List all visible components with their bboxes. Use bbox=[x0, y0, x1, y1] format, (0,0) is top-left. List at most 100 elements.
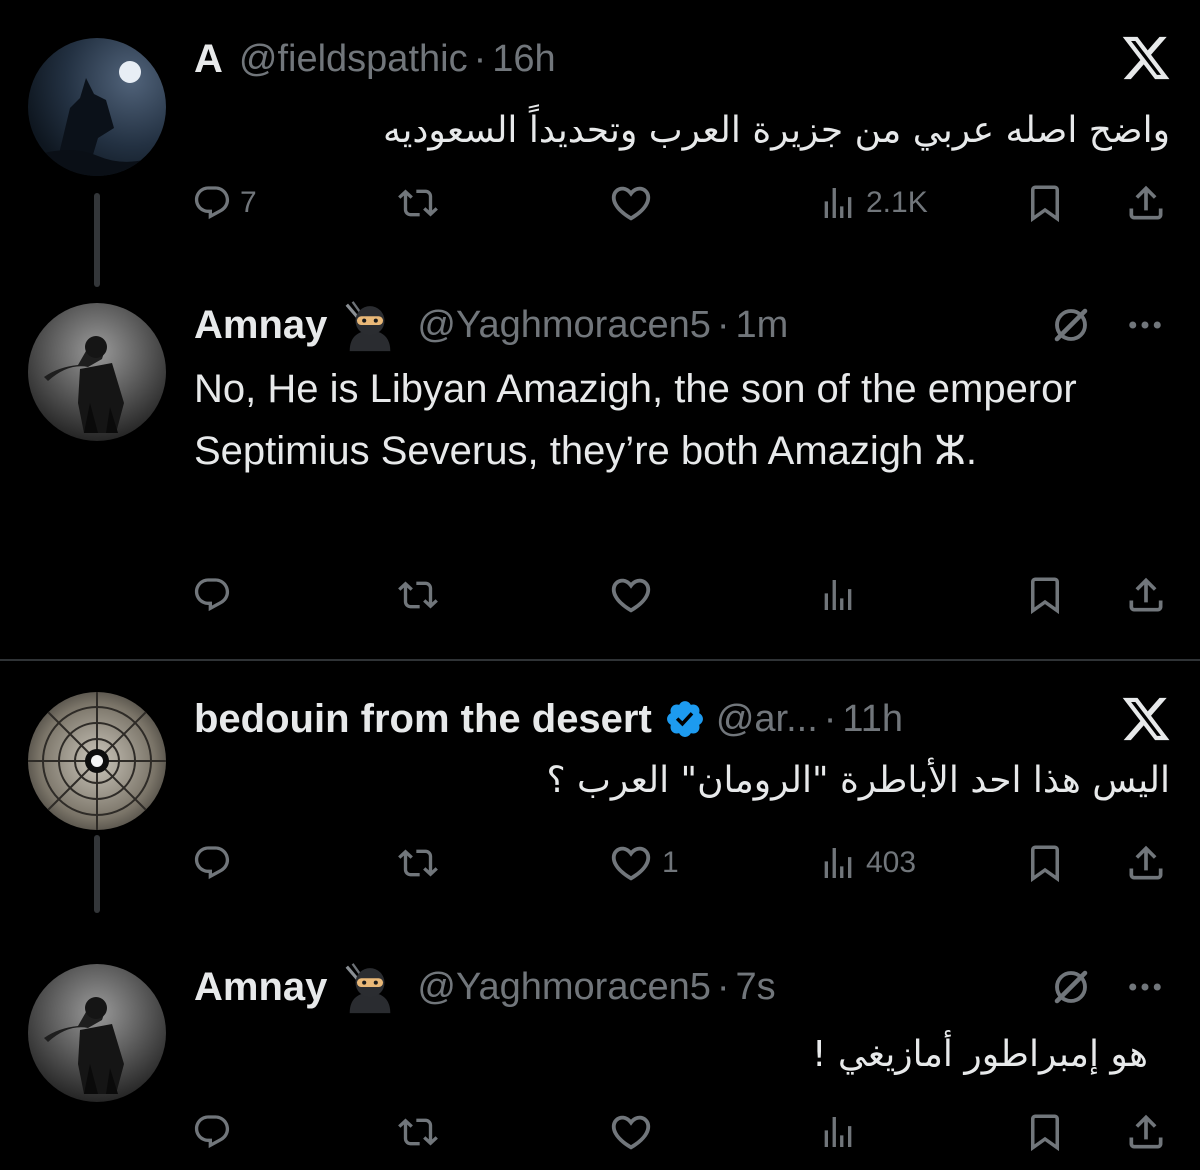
avatar-image-dome bbox=[28, 692, 166, 830]
tweet-1[interactable]: A @fieldspathic · 16h واضح اصله عربي من … bbox=[0, 0, 1200, 287]
bookmark-button[interactable] bbox=[1024, 570, 1066, 620]
views-button[interactable]: 2.1K bbox=[818, 178, 928, 228]
reply-button[interactable] bbox=[192, 838, 232, 888]
views-icon bbox=[818, 575, 858, 615]
verified-badge-icon bbox=[664, 698, 706, 740]
reply-icon bbox=[192, 183, 232, 223]
bookmark-button[interactable] bbox=[1024, 178, 1066, 228]
more-icon[interactable] bbox=[1124, 304, 1166, 346]
reply-count: 7 bbox=[240, 186, 257, 219]
timestamp[interactable]: 1m bbox=[736, 304, 789, 347]
timestamp[interactable]: 7s bbox=[736, 966, 776, 1009]
reply-icon bbox=[192, 1112, 232, 1152]
display-name[interactable]: A bbox=[194, 37, 223, 82]
bookmark-icon bbox=[1024, 1111, 1066, 1153]
bookmark-icon bbox=[1024, 182, 1066, 224]
tweet-2[interactable]: Amnay @Yaghmoracen5 · 1m No, He is Libya… bbox=[0, 300, 1200, 660]
bookmark-icon bbox=[1024, 842, 1066, 884]
share-button[interactable] bbox=[1124, 178, 1168, 228]
x-logo-icon[interactable] bbox=[1120, 693, 1172, 745]
repost-icon bbox=[398, 843, 438, 883]
avatar[interactable] bbox=[28, 964, 166, 1102]
avatar-image-warrior bbox=[28, 964, 166, 1102]
avatar[interactable] bbox=[28, 692, 166, 830]
views-icon bbox=[818, 183, 858, 223]
reply-icon bbox=[192, 843, 232, 883]
reply-button[interactable]: 7 bbox=[192, 178, 257, 228]
handle[interactable]: @ar... bbox=[716, 698, 818, 741]
ninja-emoji-icon bbox=[341, 958, 399, 1016]
heart-icon bbox=[608, 1109, 654, 1155]
share-button[interactable] bbox=[1124, 570, 1168, 620]
views-count: 2.1K bbox=[866, 186, 928, 219]
repost-button[interactable] bbox=[398, 570, 438, 620]
tweet-text: اليس هذا احد الأباطرة "الرومان" العرب ؟ bbox=[546, 760, 1170, 801]
tweet-actions: 1 403 bbox=[0, 838, 1200, 888]
avatar[interactable] bbox=[28, 303, 166, 441]
timestamp[interactable]: 11h bbox=[842, 698, 903, 741]
tweet-header: Amnay @Yaghmoracen5 · 7s bbox=[194, 962, 776, 1012]
display-name[interactable]: Amnay bbox=[194, 303, 327, 348]
repost-icon bbox=[398, 1112, 438, 1152]
timestamp[interactable]: 16h bbox=[492, 38, 555, 81]
repost-button[interactable] bbox=[398, 838, 438, 888]
separator-dot: · bbox=[823, 697, 837, 740]
separator-dot: · bbox=[716, 965, 730, 1008]
bookmark-icon bbox=[1024, 574, 1066, 616]
ninja-emoji-icon bbox=[341, 296, 399, 354]
tweet-3[interactable]: bedouin from the desert @ar... · 11h الي… bbox=[0, 660, 1200, 913]
reply-icon bbox=[192, 575, 232, 615]
reply-button[interactable] bbox=[192, 570, 232, 620]
like-button[interactable]: 1 bbox=[608, 838, 679, 888]
separator-dot: · bbox=[473, 37, 487, 80]
tweet-text: واضح اصله عربي من جزيرة العرب وتحديداً ا… bbox=[383, 110, 1170, 151]
grok-icon[interactable] bbox=[1050, 966, 1092, 1008]
separator-dot: · bbox=[716, 303, 730, 346]
share-button[interactable] bbox=[1124, 1107, 1168, 1157]
heart-icon bbox=[608, 840, 654, 886]
tweet-header: A @fieldspathic · 16h bbox=[194, 34, 556, 84]
bookmark-button[interactable] bbox=[1024, 1107, 1066, 1157]
repost-icon bbox=[398, 183, 438, 223]
repost-icon bbox=[398, 575, 438, 615]
handle[interactable]: @Yaghmoracen5 bbox=[417, 966, 710, 1009]
tweet-4[interactable]: Amnay @Yaghmoracen5 · 7s هو إمبراطور أما… bbox=[0, 960, 1200, 1170]
views-button[interactable] bbox=[818, 570, 858, 620]
views-button[interactable] bbox=[818, 1107, 858, 1157]
like-button[interactable] bbox=[608, 1107, 654, 1157]
share-icon bbox=[1124, 573, 1168, 617]
views-button[interactable]: 403 bbox=[818, 838, 916, 888]
share-icon bbox=[1124, 1110, 1168, 1154]
x-logo-icon[interactable] bbox=[1120, 32, 1172, 84]
display-name[interactable]: Amnay bbox=[194, 965, 327, 1010]
heart-icon bbox=[608, 572, 654, 618]
reply-button[interactable] bbox=[192, 1107, 232, 1157]
heart-icon bbox=[608, 180, 654, 226]
grok-icon[interactable] bbox=[1050, 304, 1092, 346]
repost-button[interactable] bbox=[398, 1107, 438, 1157]
handle[interactable]: @Yaghmoracen5 bbox=[417, 304, 710, 347]
avatar-image-warrior bbox=[28, 303, 166, 441]
display-name[interactable]: bedouin from the desert bbox=[194, 697, 652, 742]
tweet-actions: 7 2.1K bbox=[0, 178, 1200, 228]
views-icon bbox=[818, 1112, 858, 1152]
tweet-text: هو إمبراطور أمازيغي ! bbox=[811, 1034, 1148, 1075]
share-button[interactable] bbox=[1124, 838, 1168, 888]
tweet-text: No, He is Libyan Amazigh, the son of the… bbox=[194, 367, 1077, 473]
share-icon bbox=[1124, 181, 1168, 225]
like-button[interactable] bbox=[608, 570, 654, 620]
like-count: 1 bbox=[662, 846, 679, 879]
avatar-image-wolf bbox=[28, 38, 166, 176]
tweet-actions bbox=[0, 1107, 1200, 1157]
share-icon bbox=[1124, 841, 1168, 885]
like-button[interactable] bbox=[608, 178, 654, 228]
repost-button[interactable] bbox=[398, 178, 438, 228]
views-count: 403 bbox=[866, 846, 917, 879]
handle[interactable]: @fieldspathic bbox=[239, 38, 468, 81]
tweet-actions bbox=[0, 570, 1200, 620]
tweet-header: bedouin from the desert @ar... · 11h bbox=[194, 694, 903, 744]
views-icon bbox=[818, 843, 858, 883]
avatar[interactable] bbox=[28, 38, 166, 176]
bookmark-button[interactable] bbox=[1024, 838, 1066, 888]
more-icon[interactable] bbox=[1124, 966, 1166, 1008]
